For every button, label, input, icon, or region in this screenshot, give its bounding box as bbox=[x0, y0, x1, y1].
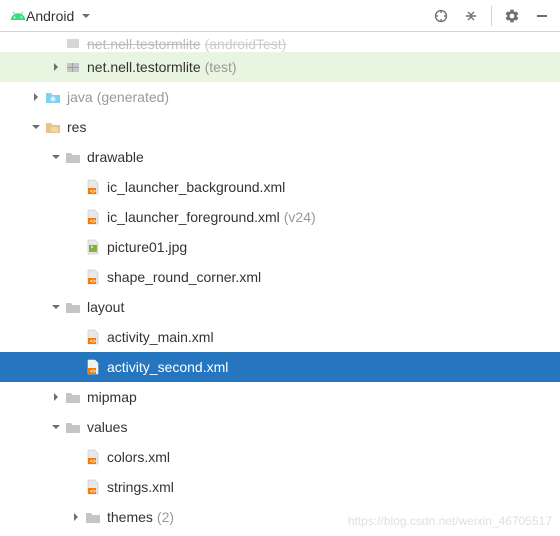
chevron-down-icon[interactable] bbox=[48, 419, 64, 435]
tree-row-java-generated[interactable]: java (generated) bbox=[0, 82, 560, 112]
separator bbox=[491, 6, 492, 26]
svg-text:<>: <> bbox=[90, 279, 96, 285]
folder-icon bbox=[84, 508, 102, 526]
tree-row-ic-bg[interactable]: <> ic_launcher_background.xml bbox=[0, 172, 560, 202]
package-icon bbox=[64, 58, 82, 76]
xml-file-icon: <> bbox=[84, 328, 102, 346]
project-tree: net.nell.testormlite (androidTest) net.n… bbox=[0, 32, 560, 532]
folder-res-icon bbox=[44, 118, 62, 136]
tree-row-colors[interactable]: <> colors.xml bbox=[0, 442, 560, 472]
chevron-right-icon[interactable] bbox=[28, 89, 44, 105]
view-label: Android bbox=[26, 8, 74, 24]
folder-icon bbox=[64, 298, 82, 316]
tree-row-ic-fg[interactable]: <> ic_launcher_foreground.xml (v24) bbox=[0, 202, 560, 232]
collapse-all-icon[interactable] bbox=[459, 4, 483, 28]
xml-file-icon: <> bbox=[84, 478, 102, 496]
folder-icon bbox=[64, 148, 82, 166]
chevron-down-icon bbox=[78, 8, 94, 24]
project-toolbar: Android bbox=[0, 0, 560, 32]
chevron-down-icon[interactable] bbox=[48, 299, 64, 315]
svg-text:<>: <> bbox=[90, 369, 96, 375]
tree-row-res[interactable]: res bbox=[0, 112, 560, 142]
tree-row-test-package[interactable]: net.nell.testormlite (test) bbox=[0, 52, 560, 82]
chevron-down-icon[interactable] bbox=[28, 119, 44, 135]
tree-row-activity-main[interactable]: <> activity_main.xml bbox=[0, 322, 560, 352]
svg-text:<>: <> bbox=[90, 459, 96, 465]
folder-generated-icon bbox=[44, 88, 62, 106]
tree-row-activity-second[interactable]: <> activity_second.xml bbox=[0, 352, 560, 382]
gear-icon[interactable] bbox=[500, 4, 524, 28]
svg-text:<>: <> bbox=[90, 219, 96, 225]
android-icon bbox=[10, 8, 26, 24]
xml-file-icon: <> bbox=[84, 208, 102, 226]
tree-row-values[interactable]: values bbox=[0, 412, 560, 442]
svg-text:<>: <> bbox=[90, 489, 96, 495]
view-selector[interactable]: Android bbox=[6, 6, 98, 26]
xml-file-icon: <> bbox=[84, 358, 102, 376]
chevron-right-icon[interactable] bbox=[68, 509, 84, 525]
chevron-down-icon[interactable] bbox=[48, 149, 64, 165]
tree-row-themes[interactable]: themes (2) bbox=[0, 502, 560, 532]
folder-icon bbox=[64, 418, 82, 436]
image-file-icon bbox=[84, 238, 102, 256]
hide-icon[interactable] bbox=[530, 4, 554, 28]
tree-row-shape[interactable]: <> shape_round_corner.xml bbox=[0, 262, 560, 292]
select-opened-icon[interactable] bbox=[429, 4, 453, 28]
tree-row-picture[interactable]: picture01.jpg bbox=[0, 232, 560, 262]
tree-row-cutoff[interactable]: net.nell.testormlite (androidTest) bbox=[0, 34, 560, 52]
svg-text:<>: <> bbox=[90, 339, 96, 345]
folder-icon bbox=[64, 388, 82, 406]
xml-file-icon: <> bbox=[84, 178, 102, 196]
chevron-right-icon[interactable] bbox=[48, 59, 64, 75]
tree-row-mipmap[interactable]: mipmap bbox=[0, 382, 560, 412]
tree-row-layout[interactable]: layout bbox=[0, 292, 560, 322]
tree-row-drawable[interactable]: drawable bbox=[0, 142, 560, 172]
svg-text:<>: <> bbox=[90, 189, 96, 195]
xml-file-icon: <> bbox=[84, 448, 102, 466]
package-icon bbox=[64, 34, 82, 52]
tree-row-strings[interactable]: <> strings.xml bbox=[0, 472, 560, 502]
chevron-right-icon[interactable] bbox=[48, 389, 64, 405]
xml-file-icon: <> bbox=[84, 268, 102, 286]
